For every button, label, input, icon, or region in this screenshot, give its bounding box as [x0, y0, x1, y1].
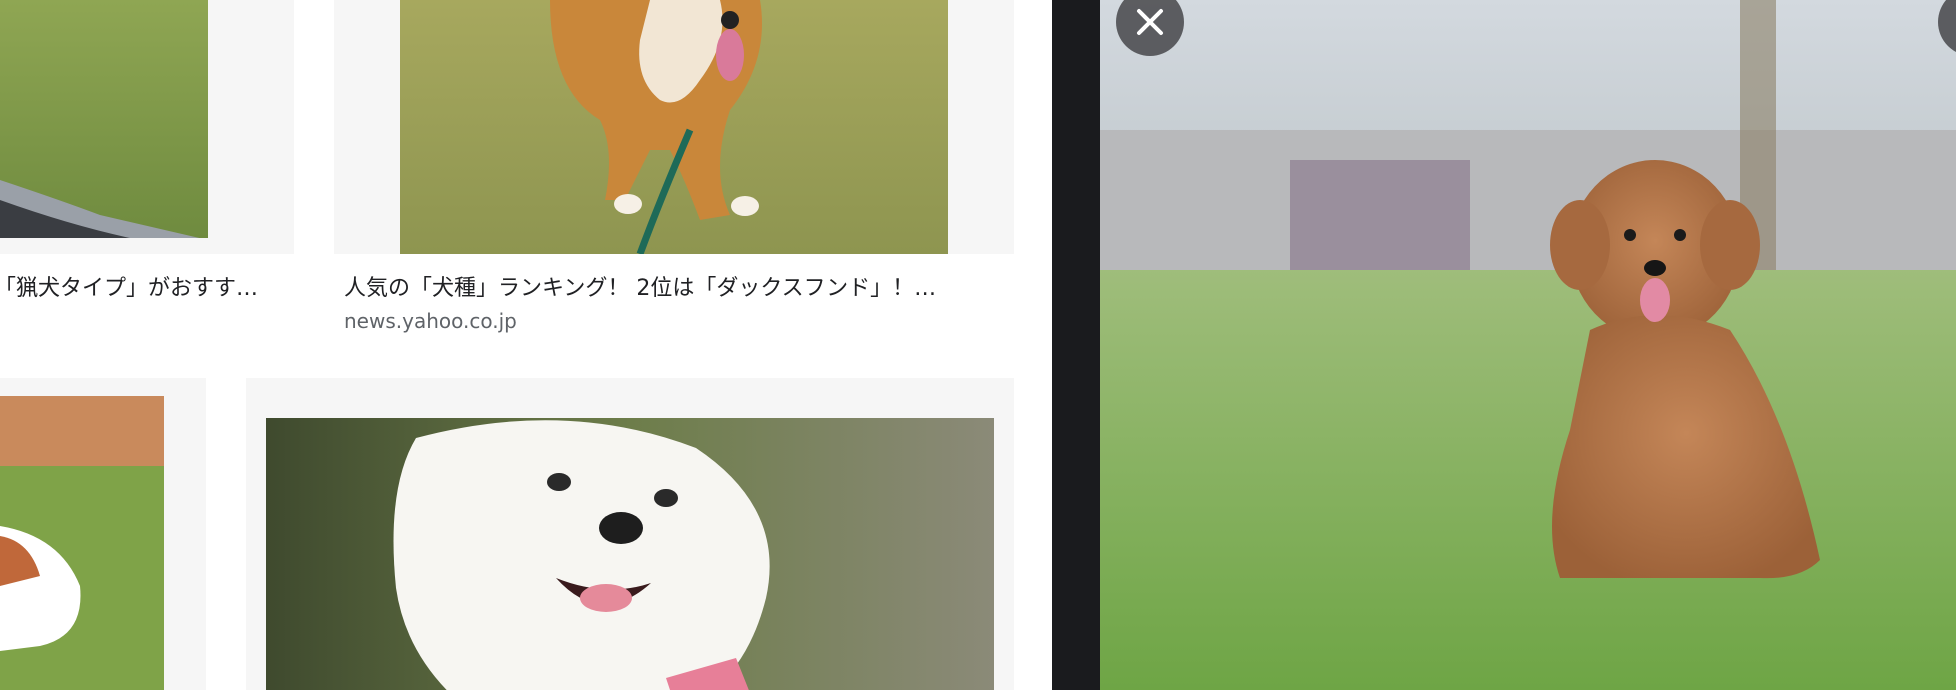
dog-photo	[0, 396, 164, 690]
result-caption[interactable]: 「猟犬タイプ」がおすす…	[0, 270, 278, 302]
result-tile[interactable]	[0, 0, 294, 254]
image-results-grid: 「猟犬タイプ」がおすす… 人気の「犬種」ランキング！ 2位は「ダックスフンド」！…	[0, 0, 1052, 690]
result-tile[interactable]	[246, 378, 1014, 690]
close-icon	[1137, 9, 1163, 35]
maltipoo-photo	[266, 418, 994, 690]
result-thumbnail[interactable]	[0, 0, 208, 238]
result-caption[interactable]: 人気の「犬種」ランキング！ 2位は「ダックスフンド」！…	[344, 270, 998, 302]
toy-poodle-photo	[1100, 0, 1956, 690]
result-tile[interactable]	[0, 378, 206, 690]
shiba-photo	[400, 0, 948, 254]
panel-divider	[1052, 0, 1100, 690]
image-search-page: 「猟犬タイプ」がおすす… 人気の「犬種」ランキング！ 2位は「ダックスフンド」！…	[0, 0, 1956, 690]
result-thumbnail[interactable]	[0, 396, 164, 690]
result-tile[interactable]	[334, 0, 1014, 254]
image-preview-panel	[1100, 0, 1956, 690]
result-thumbnail[interactable]	[400, 0, 948, 254]
hound-photo	[0, 0, 208, 238]
result-thumbnail[interactable]	[266, 418, 994, 690]
result-source[interactable]: news.yahoo.co.jp	[344, 309, 517, 333]
